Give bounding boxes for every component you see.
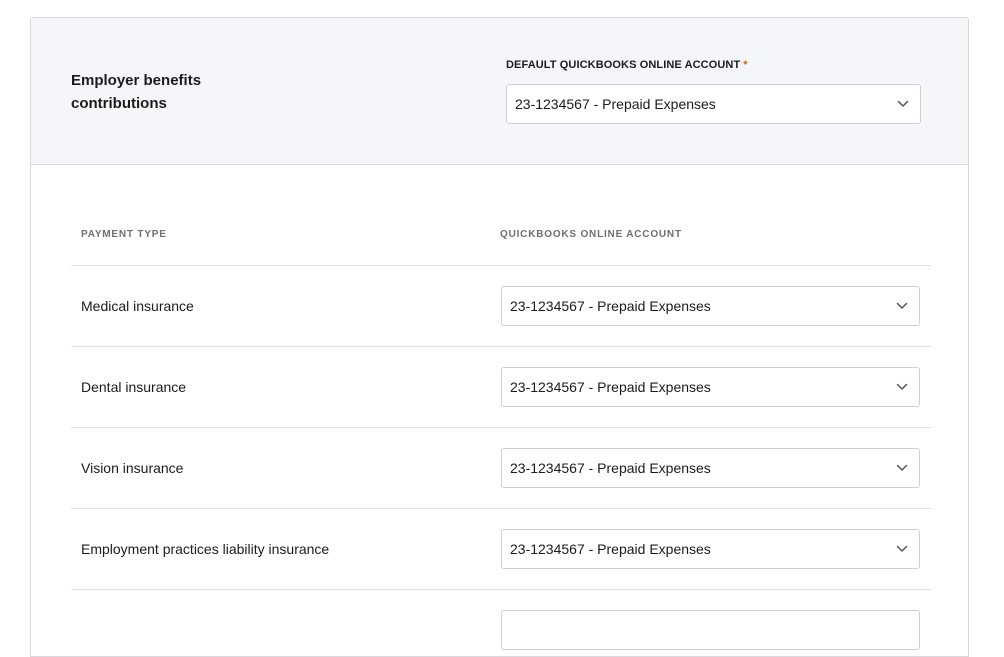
mapping-table: Medical insurance 23-1234567 - Prepaid E… xyxy=(71,265,931,656)
account-select[interactable] xyxy=(501,610,920,650)
chevron-down-icon xyxy=(896,383,908,390)
account-select-value: 23-1234567 - Prepaid Expenses xyxy=(510,298,711,314)
default-account-select[interactable]: 23-1234567 - Prepaid Expenses xyxy=(506,84,921,124)
table-row: Dental insurance 23-1234567 - Prepaid Ex… xyxy=(71,346,931,427)
table-row: Employment practices liability insurance… xyxy=(71,508,931,589)
chevron-down-icon xyxy=(896,464,908,471)
payment-type-label: Vision insurance xyxy=(81,460,184,476)
account-select-value: 23-1234567 - Prepaid Expenses xyxy=(510,541,711,557)
payment-type-label: Employment practices liability insurance xyxy=(81,541,330,557)
payment-type-label: Dental insurance xyxy=(81,379,187,395)
table-row: Vision insurance 23-1234567 - Prepaid Ex… xyxy=(71,427,931,508)
default-account-label-text: DEFAULT QUICKBOOKS ONLINE ACCOUNT xyxy=(506,59,741,71)
table-row xyxy=(71,589,931,656)
section-title: Employer benefits contributions xyxy=(71,72,202,112)
account-select-value: 23-1234567 - Prepaid Expenses xyxy=(510,460,711,476)
table-row: Medical insurance 23-1234567 - Prepaid E… xyxy=(71,265,931,346)
account-select[interactable]: 23-1234567 - Prepaid Expenses xyxy=(501,529,920,569)
account-select[interactable]: 23-1234567 - Prepaid Expenses xyxy=(501,448,920,488)
chevron-down-icon xyxy=(896,302,908,309)
column-header-account: QUICKBOOKS ONLINE ACCOUNT xyxy=(500,229,682,240)
account-select[interactable]: 23-1234567 - Prepaid Expenses xyxy=(501,286,920,326)
account-select-value: 23-1234567 - Prepaid Expenses xyxy=(510,379,711,395)
chevron-down-icon xyxy=(897,100,909,107)
chevron-down-icon xyxy=(896,545,908,552)
default-account-label: DEFAULT QUICKBOOKS ONLINE ACCOUNT * xyxy=(506,59,748,71)
section-header: Employer benefits contributions DEFAULT … xyxy=(31,18,968,165)
required-marker: * xyxy=(743,59,748,71)
benefits-mapping-card: Employer benefits contributions DEFAULT … xyxy=(30,17,969,657)
account-select[interactable]: 23-1234567 - Prepaid Expenses xyxy=(501,367,920,407)
default-account-value: 23-1234567 - Prepaid Expenses xyxy=(515,96,716,112)
payment-type-label: Medical insurance xyxy=(81,298,194,314)
column-header-payment-type: PAYMENT TYPE xyxy=(81,229,167,240)
